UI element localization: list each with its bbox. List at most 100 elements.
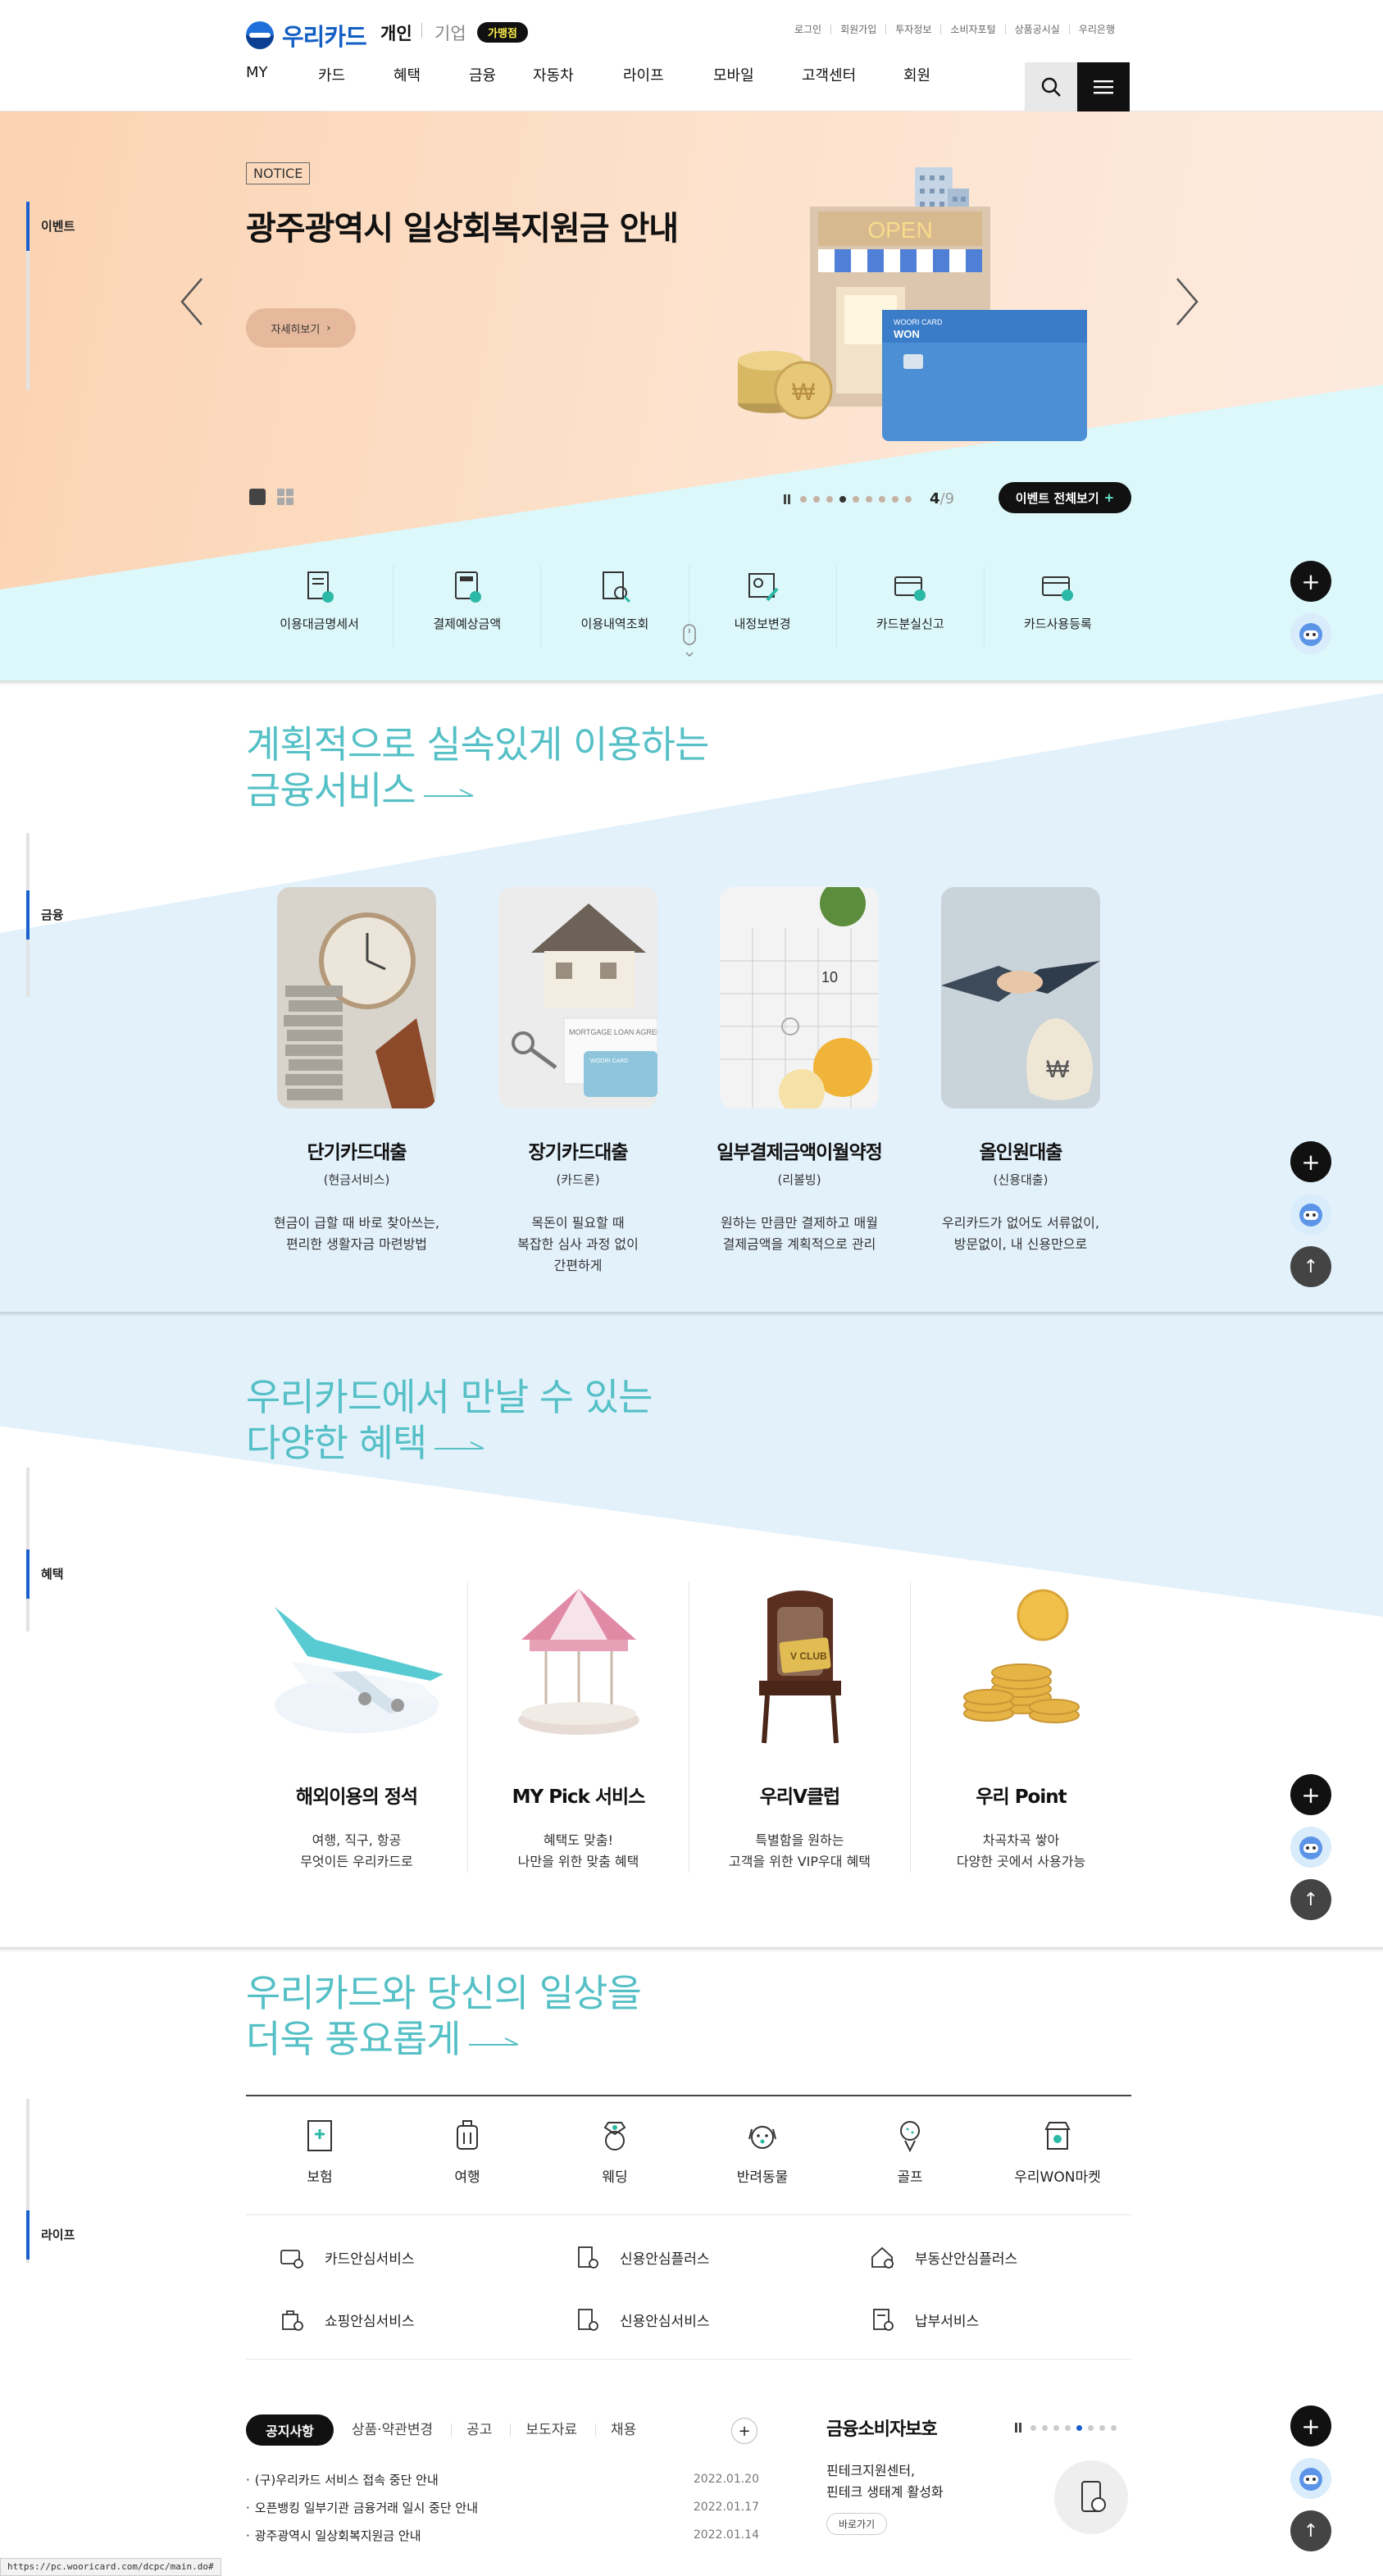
signup-link[interactable]: 회원가입 bbox=[830, 25, 885, 34]
pause-icon[interactable] bbox=[784, 494, 790, 504]
quick-add-button[interactable]: + bbox=[1290, 561, 1331, 602]
grid-view-icon[interactable] bbox=[277, 489, 293, 505]
slide-dot-active[interactable] bbox=[1076, 2424, 1082, 2431]
slide-dot[interactable] bbox=[892, 495, 898, 503]
quick-add-button[interactable]: + bbox=[1290, 1774, 1331, 1815]
notice-row[interactable]: 오픈뱅킹 일부기관 금융거래 일시 중단 안내 2022.01.17 bbox=[246, 2493, 759, 2521]
life-service[interactable]: 쇼핑안심서비스 bbox=[279, 2306, 574, 2333]
quick-item-card-register[interactable]: 카드사용등록 bbox=[983, 566, 1131, 648]
life-service[interactable]: 부동산안심플러스 bbox=[869, 2244, 1131, 2270]
life-service[interactable]: 납부서비스 bbox=[869, 2306, 1131, 2333]
life-category-golf[interactable]: 골프 bbox=[836, 2118, 984, 2186]
slide-dot[interactable] bbox=[1088, 2424, 1094, 2431]
slide-dot[interactable] bbox=[866, 495, 872, 503]
notice-row[interactable]: (구)우리카드 서비스 접속 중단 안내 2022.01.20 bbox=[246, 2465, 759, 2493]
search-button[interactable] bbox=[1025, 62, 1077, 112]
life-category-wedding[interactable]: 웨딩 bbox=[541, 2118, 689, 2186]
nav-item-finance[interactable]: 금융 bbox=[469, 64, 533, 85]
tab-press[interactable]: 보도자료 bbox=[510, 2424, 592, 2437]
side-nav-finance[interactable]: 금융 bbox=[26, 890, 64, 940]
quick-add-button[interactable]: + bbox=[1290, 1141, 1331, 1182]
benefit-card[interactable]: MY Pick 서비스 혜택도 맞춤! 나만을 위한 맞춤 혜택 bbox=[467, 1582, 689, 1873]
tab-product-terms[interactable]: 상품·약관변경 bbox=[337, 2424, 448, 2437]
finance-card[interactable]: 단기카드대출 (현금서비스) 현금이 급할 때 바로 찾아쓰는, 편리한 생활자… bbox=[246, 887, 467, 1277]
finance-card[interactable]: ₩ 올인원대출 (신용대출) 우리카드가 없어도 서류없이, 방문없이, 내 신… bbox=[910, 887, 1131, 1277]
life-service[interactable]: 신용안심플러스 bbox=[574, 2244, 869, 2270]
life-category-woniwon-market[interactable]: 우리WON마켓 bbox=[984, 2118, 1131, 2186]
more-button[interactable]: 자세히보기 › bbox=[246, 308, 356, 348]
tab-announcement[interactable]: 공고 bbox=[451, 2424, 507, 2437]
chatbot-button[interactable] bbox=[1290, 613, 1331, 654]
nav-item-card[interactable]: 카드 bbox=[318, 64, 394, 85]
nav-item-benefit[interactable]: 혜택 bbox=[394, 64, 469, 85]
quick-add-button[interactable]: + bbox=[1290, 2405, 1331, 2446]
investor-link[interactable]: 투자정보 bbox=[885, 25, 940, 34]
woori-bank-link[interactable]: 우리은행 bbox=[1068, 25, 1124, 34]
side-nav-event[interactable]: 이벤트 bbox=[26, 202, 75, 251]
quick-item-statement[interactable]: 이용대금명세서 bbox=[246, 566, 393, 648]
slide-dot[interactable] bbox=[813, 495, 820, 503]
slide-dot[interactable] bbox=[1099, 2424, 1105, 2431]
nav-item-member[interactable]: 회원 bbox=[903, 64, 930, 85]
benefit-card[interactable]: 해외이용의 정석 여행, 직구, 항공 무엇이든 우리카드로 bbox=[246, 1582, 467, 1873]
benefit-card[interactable]: V CLUB 우리V클럽 특별함을 원하는 고객을 위한 VIP우대 혜택 bbox=[689, 1582, 910, 1873]
chatbot-button[interactable] bbox=[1290, 1194, 1331, 1235]
tab-notice[interactable]: 공지사항 bbox=[246, 2414, 334, 2446]
benefit-card-desc: 차곡차곡 쌓아 다양한 곳에서 사용가능 bbox=[956, 1832, 1086, 1869]
slide-dot[interactable] bbox=[879, 495, 885, 503]
scroll-top-button[interactable]: ↑ bbox=[1290, 1879, 1331, 1920]
nav-item-my[interactable]: MY bbox=[246, 64, 318, 85]
notice-more-button[interactable]: + bbox=[731, 2418, 757, 2444]
all-menu-button[interactable] bbox=[1077, 62, 1130, 112]
life-service[interactable]: 신용안심서비스 bbox=[574, 2306, 869, 2333]
slide-dot[interactable] bbox=[1042, 2424, 1048, 2431]
finance-card[interactable]: 10 일부결제금액이월약정 (리볼빙) 원하는 만큼만 결제하고 매월 결제금액… bbox=[689, 887, 910, 1277]
event-all-button[interactable]: 이벤트 전체보기 + bbox=[999, 482, 1131, 513]
segment-personal[interactable]: 개인 bbox=[380, 20, 412, 45]
quick-item-my-info[interactable]: 내정보변경 bbox=[688, 566, 836, 648]
chatbot-button[interactable] bbox=[1290, 1827, 1331, 1868]
nav-item-customer-center[interactable]: 고객센터 bbox=[802, 64, 903, 85]
finance-card[interactable]: MORTGAGE LOAN AGREEMENT WOORI CARD 장기카드대… bbox=[467, 887, 689, 1277]
consumer-go-button[interactable]: 바로가기 bbox=[826, 2513, 888, 2535]
slide-dot[interactable] bbox=[800, 495, 807, 503]
consumer-portal-link[interactable]: 소비자포털 bbox=[940, 25, 1004, 34]
slide-dot[interactable] bbox=[853, 495, 859, 503]
slide-dot[interactable] bbox=[1053, 2424, 1059, 2431]
quick-item-expected-payment[interactable]: 결제예상금액 bbox=[393, 566, 540, 648]
benefit-card[interactable]: 우리 Point 차곡차곡 쌓아 다양한 곳에서 사용가능 bbox=[910, 1582, 1131, 1873]
life-category-travel[interactable]: 여행 bbox=[394, 2118, 541, 2186]
slide-dot[interactable] bbox=[1065, 2424, 1071, 2431]
next-slide-arrow-icon[interactable] bbox=[1172, 275, 1202, 328]
slide-dot-active[interactable] bbox=[839, 495, 846, 503]
life-service[interactable]: 카드안심서비스 bbox=[279, 2244, 574, 2270]
nav-item-mobile[interactable]: 모바일 bbox=[713, 64, 802, 85]
slide-dot[interactable] bbox=[826, 495, 833, 503]
affiliate-badge[interactable]: 가맹점 bbox=[477, 22, 528, 43]
nav-item-life[interactable]: 라이프 bbox=[623, 64, 713, 85]
prev-slide-arrow-icon[interactable] bbox=[177, 275, 207, 328]
tab-recruit[interactable]: 채용 bbox=[594, 2424, 651, 2437]
login-link[interactable]: 로그인 bbox=[785, 25, 830, 34]
product-disclosure-link[interactable]: 상품공시실 bbox=[1004, 25, 1069, 34]
nav-item-auto[interactable]: 자동차 bbox=[533, 64, 623, 85]
slide-dot[interactable] bbox=[1030, 2424, 1036, 2431]
notice-row[interactable]: 광주광역시 일상회복지원금 안내 2022.01.14 bbox=[246, 2521, 759, 2549]
quick-item-lost-card[interactable]: 카드분실신고 bbox=[835, 566, 984, 648]
slide-dot[interactable] bbox=[905, 495, 912, 503]
logo-mark-icon bbox=[246, 21, 274, 49]
single-view-icon[interactable] bbox=[249, 489, 266, 505]
slide-dot[interactable] bbox=[1111, 2424, 1117, 2431]
pause-icon[interactable] bbox=[1015, 2423, 1021, 2433]
scroll-top-button[interactable]: ↑ bbox=[1290, 1246, 1331, 1287]
side-nav-benefit[interactable]: 혜택 bbox=[26, 1550, 64, 1599]
scroll-top-button[interactable]: ↑ bbox=[1290, 2510, 1331, 2551]
side-nav-life[interactable]: 라이프 bbox=[26, 2210, 75, 2260]
chatbot-button[interactable] bbox=[1290, 2458, 1331, 2499]
life-divider bbox=[246, 2095, 1131, 2096]
logo[interactable]: 우리카드 bbox=[246, 18, 367, 52]
segment-corporate[interactable]: 기업 bbox=[434, 20, 466, 45]
life-category-insurance[interactable]: 보험 bbox=[246, 2118, 394, 2186]
quick-item-usage-history[interactable]: 이용내역조회 bbox=[540, 566, 688, 648]
life-category-pet[interactable]: 반려동물 bbox=[689, 2118, 836, 2186]
